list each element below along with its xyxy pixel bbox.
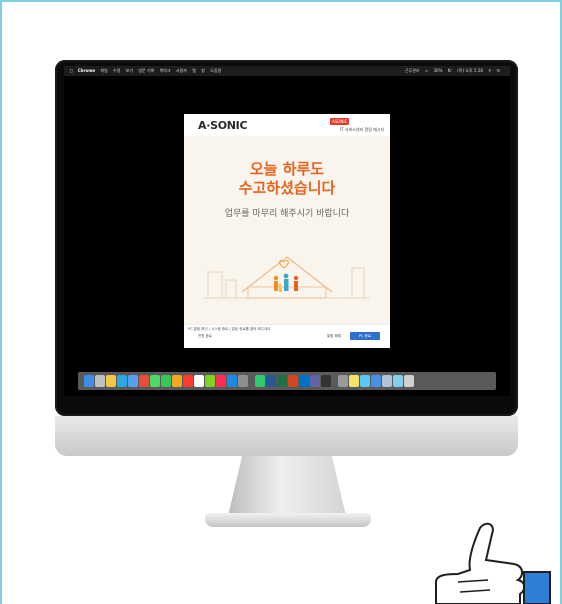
- menu-item-bookmarks[interactable]: 북마크: [160, 68, 171, 73]
- menu-item-view[interactable]: 보기: [126, 68, 133, 73]
- monitor-stand-base: [205, 513, 371, 527]
- safari-icon[interactable]: [117, 375, 127, 387]
- menu-item-edit[interactable]: 수정: [113, 68, 120, 73]
- input-source-label[interactable]: Kr: [448, 68, 452, 73]
- word-icon[interactable]: [266, 375, 276, 387]
- monitor-chin: [55, 416, 518, 456]
- notes-icon[interactable]: [106, 375, 116, 387]
- thumbs-up-icon: [435, 522, 551, 604]
- mac-dock: [78, 372, 496, 390]
- monitor-screen:  Chrome 파일 수정 보기 방문 기록 북마크 사용자 탭 창 도움말 …: [64, 66, 510, 396]
- clock-label[interactable]: (목) 오후 5:28: [457, 68, 483, 73]
- dialog-heading-line1: 오늘 하루도: [249, 160, 325, 178]
- dialog-heading-line2: 수고하셨습니다: [238, 179, 336, 197]
- trash-icon[interactable]: [404, 375, 414, 387]
- apple-icon[interactable]: : [70, 68, 72, 73]
- mail-icon[interactable]: [128, 375, 138, 387]
- launchpad-icon[interactable]: [95, 375, 105, 387]
- menu-item-profiles[interactable]: 사용자: [176, 68, 187, 73]
- pc-shutdown-button[interactable]: PC 종료: [350, 332, 380, 340]
- downloads-icon[interactable]: [371, 375, 381, 387]
- whale-icon[interactable]: [255, 375, 265, 387]
- menu-item-window[interactable]: 창: [201, 68, 205, 73]
- menu-item-file[interactable]: 파일: [100, 68, 107, 73]
- music-icon[interactable]: [216, 375, 226, 387]
- outlook-icon[interactable]: [299, 375, 309, 387]
- dialog-message: 업무를 마무리 해주시기 바랍니다: [224, 209, 350, 219]
- battery-label[interactable]: 30%: [433, 68, 442, 73]
- app-store-icon[interactable]: [227, 375, 237, 387]
- notepad-icon[interactable]: [349, 375, 359, 387]
- dialog-header: A·SONIC ASONIC IT 서비스센터 알림 메시지: [184, 114, 390, 136]
- status-app-label[interactable]: 근무관리: [405, 68, 420, 73]
- dialog-footer: PC 알림 확인 | 시스템 종료 | 알림 종료를 클릭 해주세요 전원 종료…: [184, 324, 390, 348]
- monitor-stand-neck: [228, 456, 346, 516]
- control-center-icon[interactable]: ☰: [496, 68, 500, 73]
- calendar-icon[interactable]: [183, 375, 193, 387]
- power-off-option[interactable]: 전원 종료: [198, 334, 212, 339]
- documents-icon[interactable]: [382, 375, 392, 387]
- asonic-logo: A·SONIC: [198, 119, 248, 132]
- teams-icon[interactable]: [310, 375, 320, 387]
- header-badge: ASONIC: [330, 118, 350, 125]
- footer-notice: PC 알림 확인 | 시스템 종료 | 알림 종료를 클릭 해주세요: [188, 327, 271, 331]
- maps-icon[interactable]: [205, 375, 215, 387]
- menu-app-name[interactable]: Chrome: [78, 68, 95, 73]
- desktop-icon[interactable]: [393, 375, 403, 387]
- finder-icon[interactable]: [84, 375, 94, 387]
- header-subtitle: IT 서비스센터 알림 메시지: [340, 127, 385, 132]
- menu-item-help[interactable]: 도움말: [210, 68, 221, 73]
- shutdown-dialog: A·SONIC ASONIC IT 서비스센터 알림 메시지 오늘 하루도 수고…: [184, 114, 390, 348]
- terminal-icon[interactable]: [321, 375, 331, 387]
- search-icon[interactable]: ⚲: [488, 68, 491, 73]
- chrome-icon[interactable]: [139, 375, 149, 387]
- menu-item-history[interactable]: 방문 기록: [138, 68, 154, 73]
- settings-icon[interactable]: [238, 375, 248, 387]
- facetime-icon[interactable]: [161, 375, 171, 387]
- reminders-icon[interactable]: [194, 375, 204, 387]
- dismiss-button[interactable]: 알림 해제: [327, 334, 341, 339]
- preview-icon[interactable]: [338, 375, 348, 387]
- excel-icon[interactable]: [277, 375, 287, 387]
- family-house-illustration: [204, 256, 370, 299]
- powerpoint-icon[interactable]: [288, 375, 298, 387]
- mac-menubar:  Chrome 파일 수정 보기 방문 기록 북마크 사용자 탭 창 도움말 …: [64, 66, 510, 76]
- wifi-icon[interactable]: ≈: [425, 68, 428, 73]
- folder-icon[interactable]: [360, 375, 370, 387]
- messages-icon[interactable]: [150, 375, 160, 387]
- menu-item-tab[interactable]: 탭: [192, 68, 196, 73]
- photos-icon[interactable]: [172, 375, 182, 387]
